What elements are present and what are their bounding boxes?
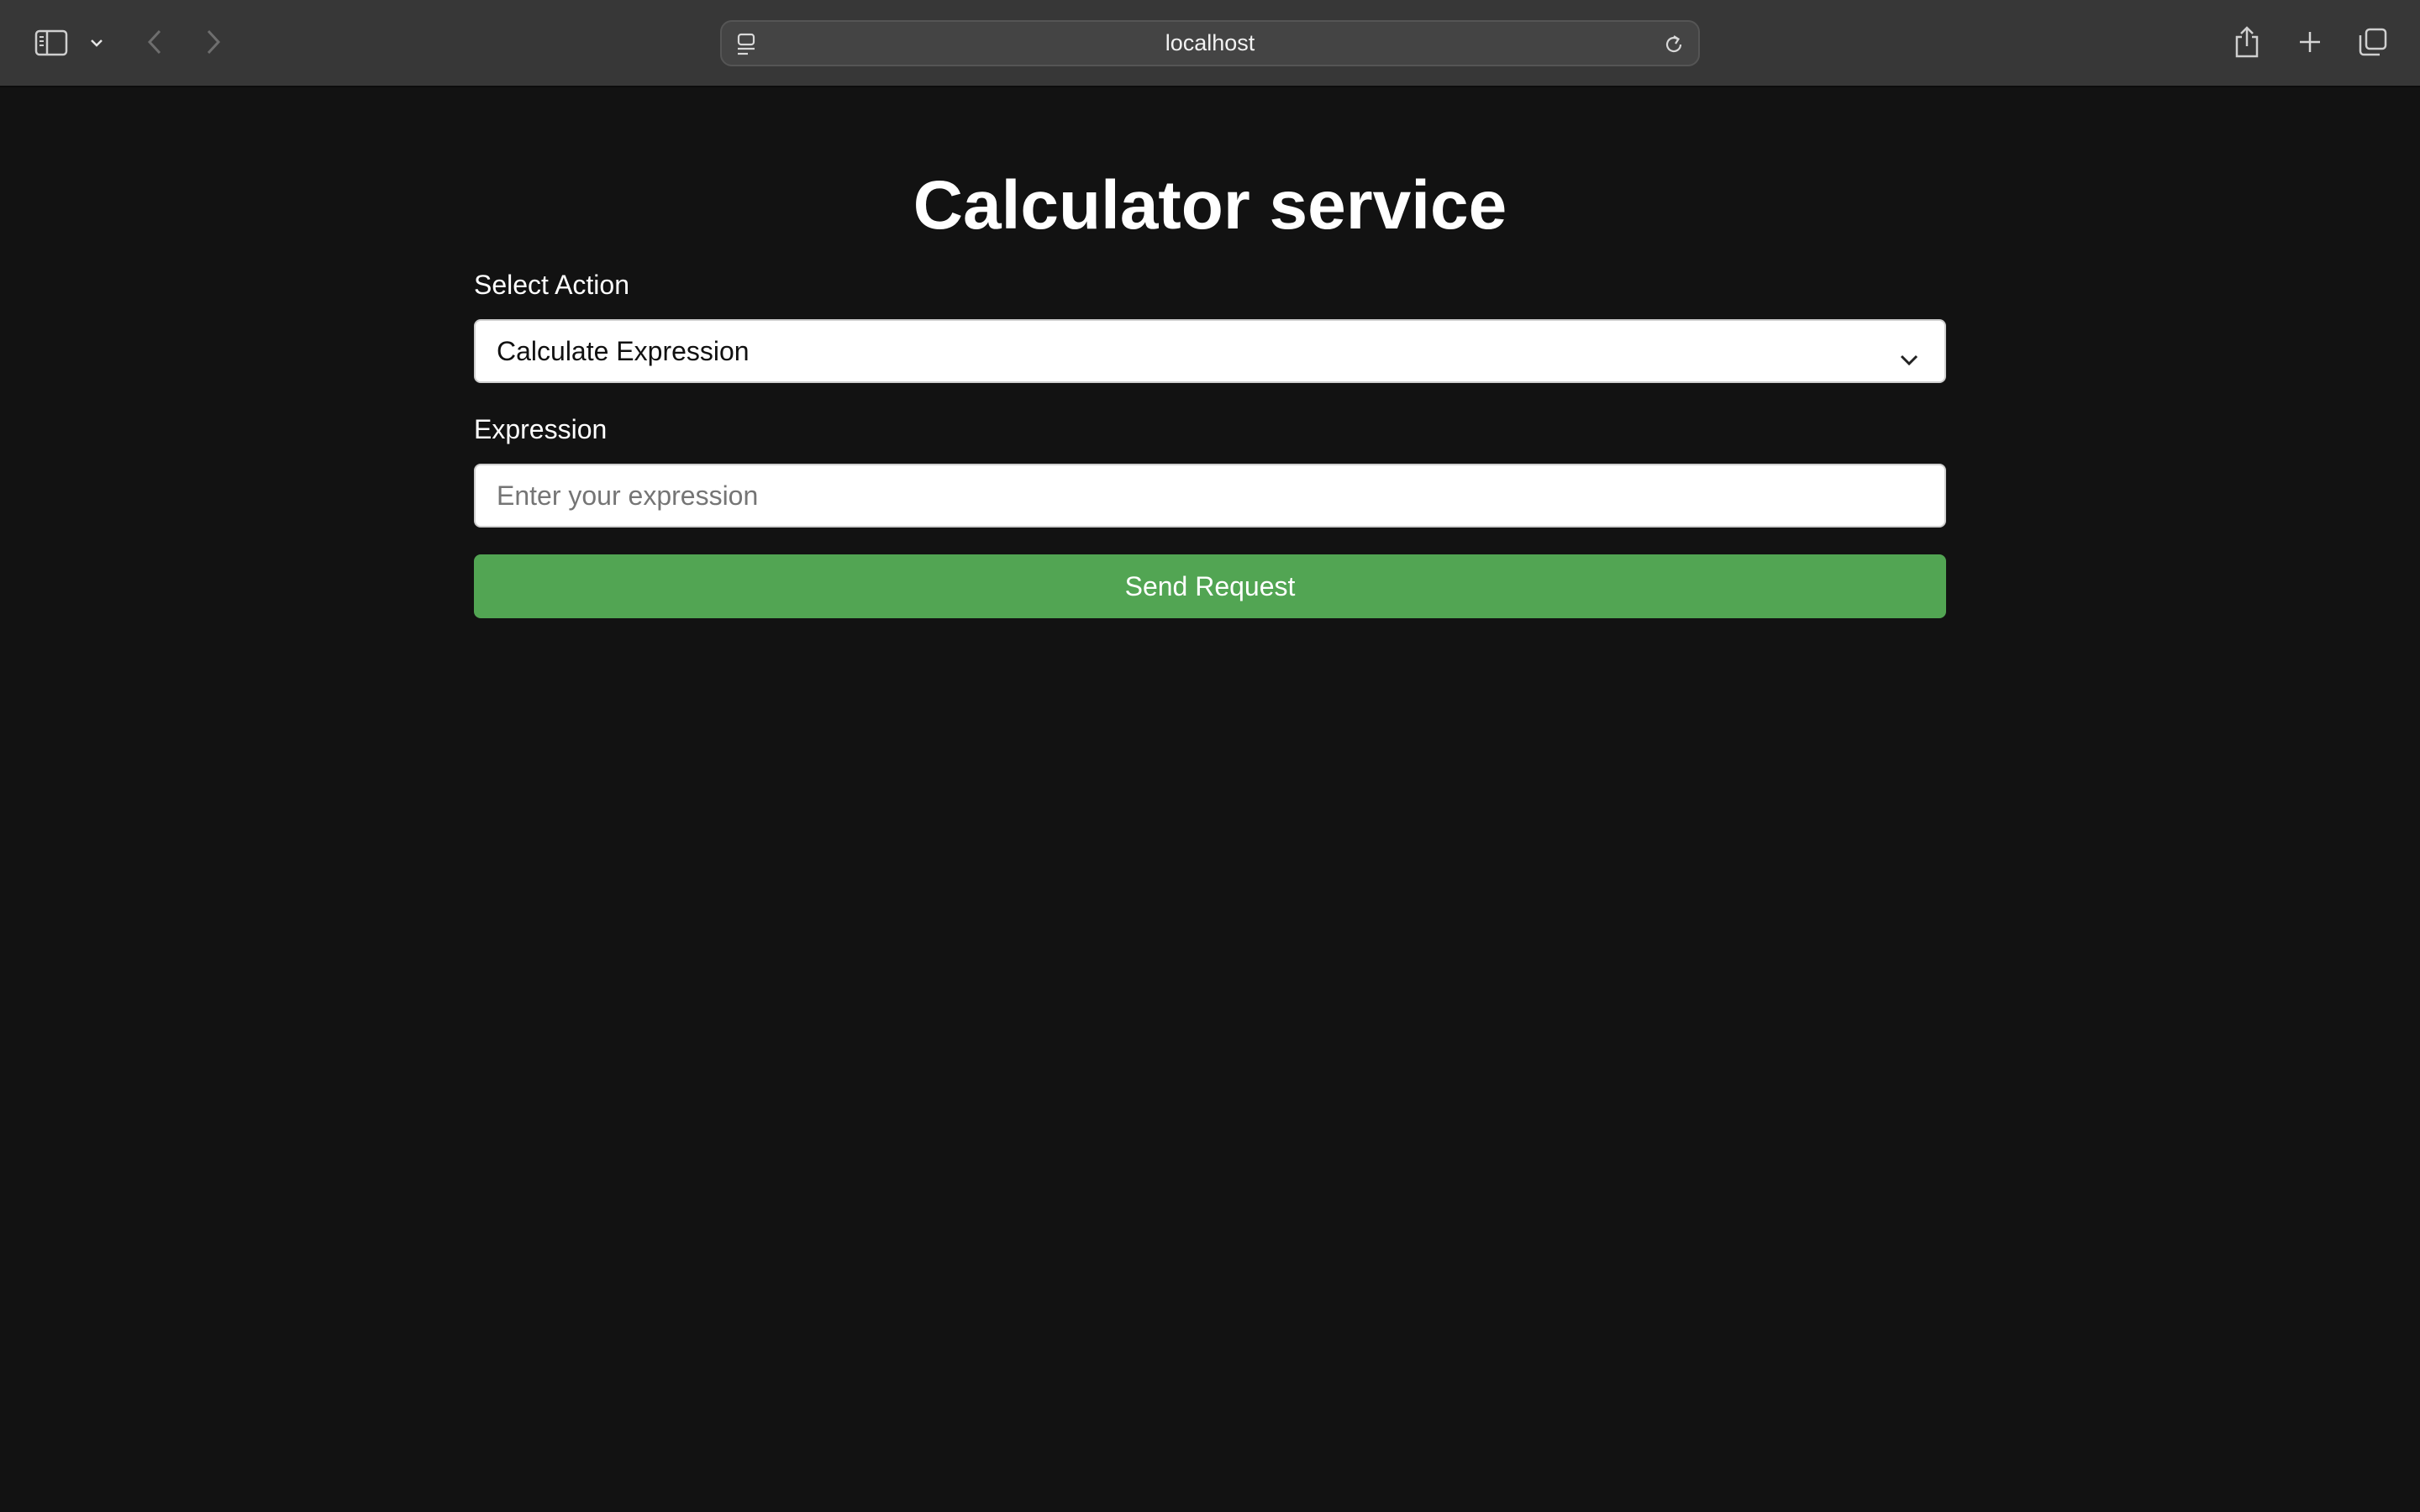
address-text: localhost — [1165, 30, 1255, 55]
page-content: Calculator service Select Action Calcula… — [0, 89, 2420, 1512]
address-bar[interactable]: localhost — [720, 20, 1700, 66]
tabs-icon[interactable] — [2356, 25, 2390, 59]
sidebar-icon[interactable] — [34, 29, 69, 57]
action-select[interactable]: Calculate Expression — [474, 319, 1946, 383]
select-action-label: Select Action — [474, 270, 629, 300]
expression-input[interactable]: Enter your expression — [474, 464, 1946, 528]
reload-icon[interactable] — [1661, 32, 1686, 57]
expression-label: Expression — [474, 414, 608, 444]
action-select-value: Calculate Expression — [497, 335, 750, 366]
forward-icon[interactable] — [200, 27, 227, 57]
browser-toolbar: localhost — [0, 0, 2420, 87]
send-request-button[interactable]: Send Request — [474, 554, 1946, 618]
page-title: Calculator service — [913, 167, 1507, 244]
chevron-down-icon — [1899, 343, 1919, 374]
plus-icon[interactable] — [2296, 27, 2324, 57]
back-icon[interactable] — [141, 27, 168, 57]
share-icon[interactable] — [2232, 24, 2262, 60]
chevron-down-icon[interactable] — [87, 34, 106, 52]
